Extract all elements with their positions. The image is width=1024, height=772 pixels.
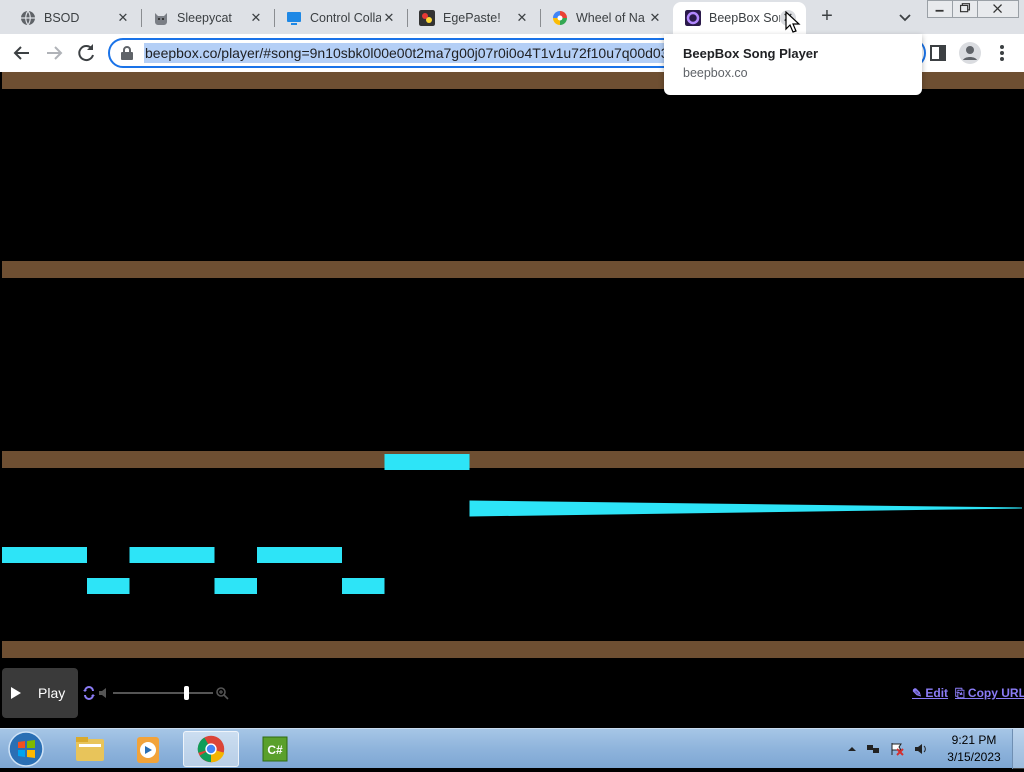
clock-date[interactable]: 3/15/2023 [945, 750, 1003, 764]
minimize-button[interactable] [927, 0, 953, 18]
tab-sleepycat[interactable]: Sleepycat ✕ [141, 2, 274, 34]
action-center-flag-icon[interactable] [890, 742, 904, 756]
timeline-slider-track[interactable] [113, 692, 213, 694]
tab-close-icon[interactable]: ✕ [115, 10, 131, 26]
speaker-icon[interactable] [914, 742, 928, 756]
play-icon [11, 687, 21, 699]
show-desktop-button[interactable] [1012, 729, 1024, 769]
channel-separator [2, 451, 1024, 468]
note [257, 547, 342, 563]
tab-egepaste[interactable]: EgePaste! ✕ [407, 2, 540, 34]
side-panel-icon[interactable] [928, 43, 948, 63]
tab-close-icon[interactable]: ✕ [248, 10, 264, 26]
note [384, 454, 470, 470]
media-player-icon [137, 737, 159, 763]
close-icon [993, 4, 1003, 14]
show-hidden-icons-icon[interactable] [845, 742, 859, 756]
tab-close-icon[interactable]: ✕ [514, 10, 530, 26]
tab-title: BeepBox Sor [709, 11, 780, 25]
new-tab-button[interactable]: + [815, 5, 839, 29]
globe-icon [21, 10, 35, 26]
csharp-icon: C# [262, 736, 288, 762]
taskbar-explorer[interactable] [62, 731, 118, 767]
channel-separator [2, 641, 1024, 658]
close-window-button[interactable] [977, 0, 1019, 18]
note [87, 578, 130, 594]
edit-link[interactable]: ✎ Edit [912, 686, 948, 700]
taskbar-chrome[interactable] [183, 731, 239, 767]
copy-url-link[interactable]: ⎘ Copy URL [955, 686, 1024, 701]
tab-title: EgePaste! [443, 11, 501, 25]
tab-wheel-of-names[interactable]: Wheel of Na ✕ [540, 2, 673, 34]
hover-card-title: BeepBox Song Player [683, 46, 819, 61]
tab-bsod[interactable]: BSOD ✕ [8, 2, 141, 34]
note [2, 547, 87, 563]
url-text[interactable]: beepbox.co/player/#song=9n10sbk0l00e00t2… [144, 43, 669, 63]
egepaste-icon [419, 10, 435, 26]
sliding-note [469, 500, 1022, 517]
restore-icon [959, 3, 971, 13]
play-label: Play [38, 685, 66, 701]
taskbar-csharp[interactable]: C# [247, 731, 303, 767]
play-button[interactable]: Play [2, 668, 78, 718]
wheel-icon [553, 11, 567, 25]
volume-icon [99, 688, 106, 698]
network-icon[interactable] [866, 742, 880, 756]
tab-strip: BSOD ✕ Sleepycat ✕ Control Colla ✕ EgePa… [0, 0, 1024, 34]
tab-title: Wheel of Na [576, 11, 645, 25]
taskbar-media-player[interactable] [121, 731, 177, 767]
beepbox-icon [685, 10, 701, 26]
tab-title: Sleepycat [177, 11, 232, 25]
tab-hover-card: BeepBox Song Player beepbox.co [664, 34, 922, 95]
profile-avatar-icon[interactable] [958, 41, 982, 65]
minimize-icon [935, 9, 944, 12]
zoom-icon[interactable] [215, 686, 229, 700]
back-arrow-icon[interactable] [9, 40, 35, 66]
tab-close-icon[interactable]: ✕ [647, 10, 663, 26]
tab-title: Control Colla [310, 11, 381, 25]
svg-text:C#: C# [267, 743, 283, 757]
windows-taskbar: C# 9:21 PM 3/15/2023 [0, 728, 1024, 769]
restore-button[interactable] [952, 0, 978, 18]
chevron-down-icon[interactable] [895, 7, 915, 27]
chrome-icon [197, 735, 225, 763]
cat-icon [155, 13, 167, 25]
player-controls: Play ✎ Edit ⎘ Copy URL [0, 662, 1024, 728]
mouse-cursor-icon [785, 11, 801, 33]
monitor-icon [287, 12, 301, 25]
kebab-menu-icon[interactable] [994, 41, 1010, 65]
note [214, 578, 257, 594]
tab-title: BSOD [44, 11, 80, 25]
clock-time[interactable]: 9:21 PM [945, 733, 1003, 747]
note [129, 547, 215, 563]
tab-control-collab[interactable]: Control Colla ✕ [274, 2, 407, 34]
tab-close-icon[interactable]: ✕ [381, 10, 397, 26]
piano-roll [2, 72, 1024, 658]
forward-arrow-icon[interactable] [41, 40, 67, 66]
hover-card-domain: beepbox.co [683, 66, 748, 80]
lock-icon[interactable] [120, 45, 134, 61]
channel-separator [2, 261, 1024, 278]
loop-icon[interactable] [82, 686, 96, 700]
reload-icon[interactable] [73, 40, 99, 66]
timeline-slider-thumb[interactable] [184, 686, 189, 700]
beepbox-player: Play ✎ Edit ⎘ Copy URL [0, 72, 1024, 728]
start-button-icon[interactable] [6, 730, 46, 768]
note [342, 578, 385, 594]
explorer-icon [76, 737, 104, 761]
